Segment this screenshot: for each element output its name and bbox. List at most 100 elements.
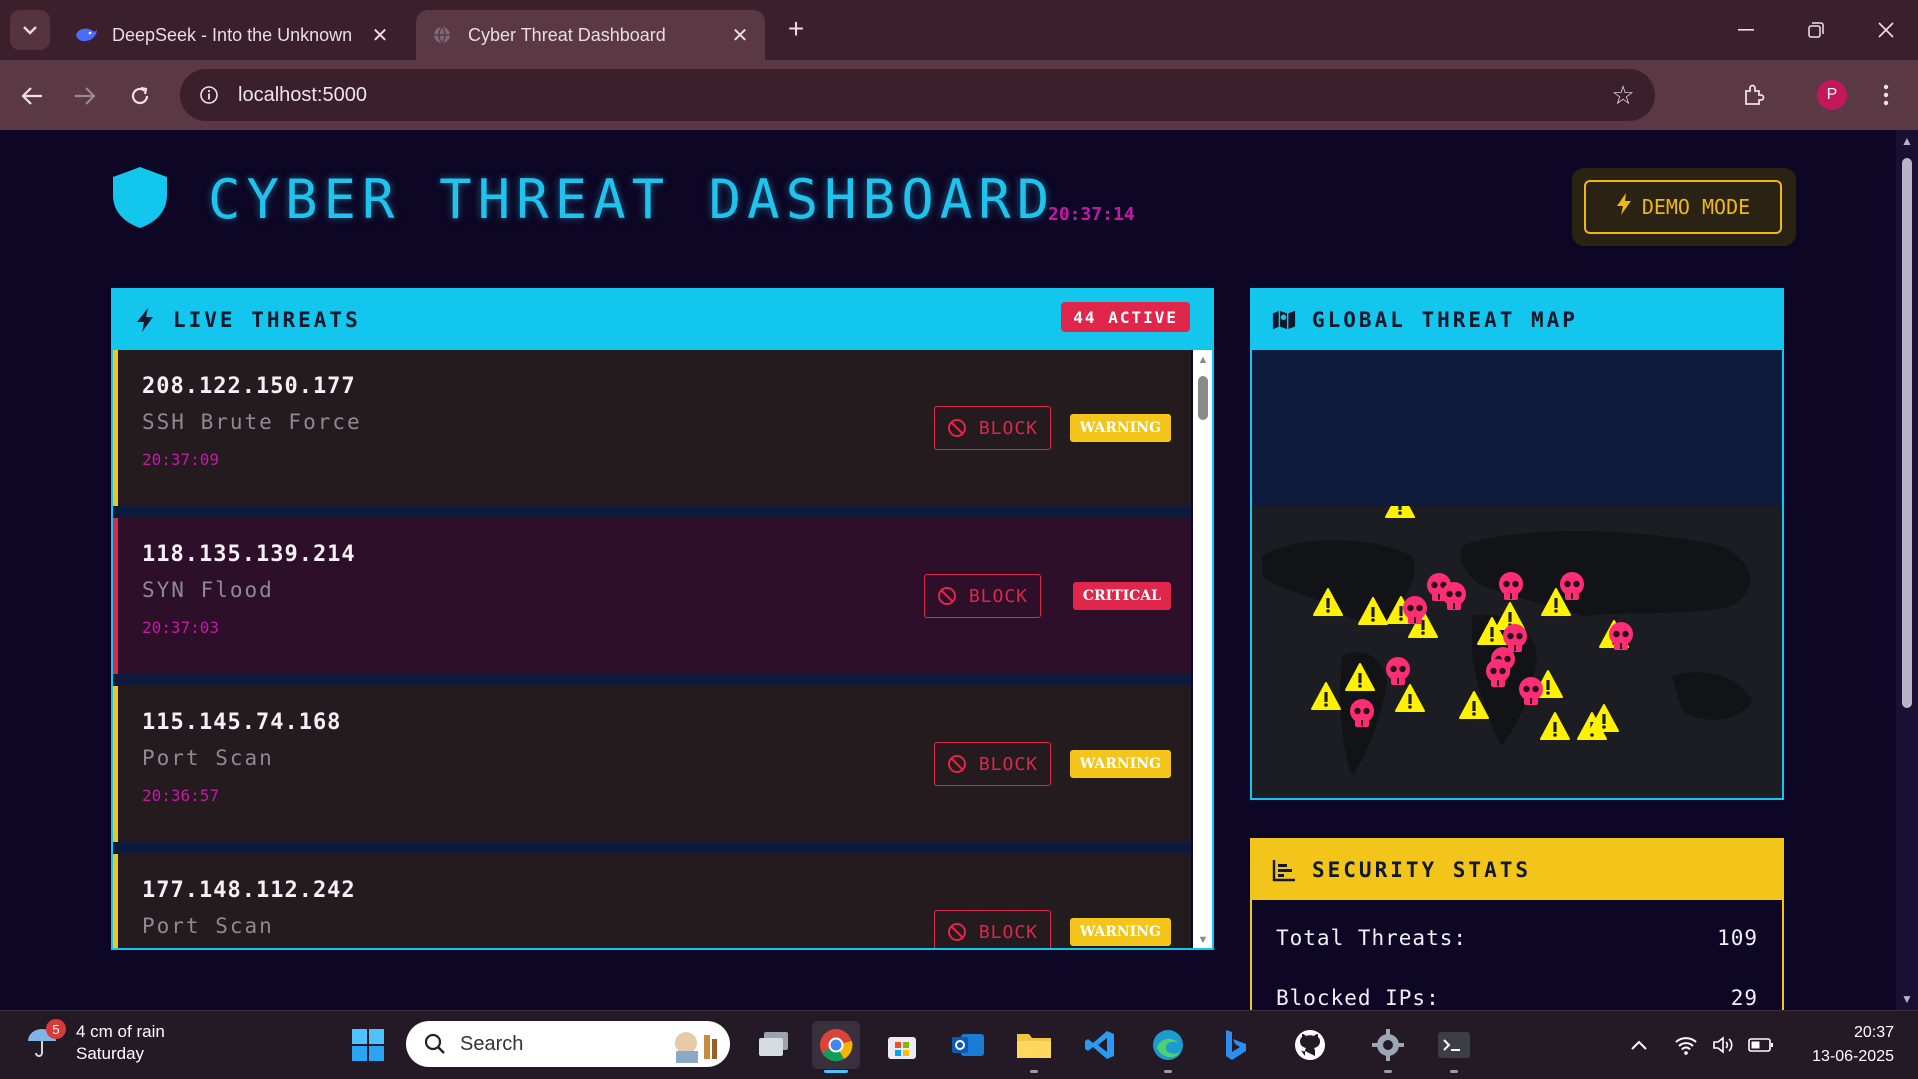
- taskbar-microsoft-store[interactable]: [878, 1021, 926, 1069]
- kebab-menu-icon: [1883, 84, 1889, 106]
- block-button[interactable]: BLOCK: [933, 910, 1051, 948]
- tab-deepseek[interactable]: DeepSeek - Into the Unknown ✕: [60, 10, 405, 60]
- threat-list[interactable]: 208.122.150.177 SSH Brute Force 20:37:09…: [113, 350, 1191, 948]
- threat-type: SYN Flood: [142, 578, 274, 602]
- system-clock[interactable]: 20:37 13-06-2025: [1812, 1021, 1894, 1069]
- scroll-down-icon[interactable]: ▼: [1197, 934, 1209, 946]
- prohibited-icon: [947, 923, 966, 941]
- arrow-left-icon: [21, 87, 42, 105]
- threat-map-header: GLOBAL THREAT MAP: [1252, 290, 1782, 350]
- scroll-up-icon[interactable]: ▲: [1197, 354, 1209, 366]
- threat-row: 115.145.74.168 Port Scan 20:36:57 BLOCK …: [113, 686, 1191, 842]
- row-divider: [113, 842, 1191, 854]
- weather-widget[interactable]: 5 4 cm of rain Saturday: [24, 1019, 165, 1065]
- bookmark-star-icon[interactable]: ☆: [1609, 81, 1637, 109]
- speaker-icon: [1713, 1036, 1733, 1054]
- profile-button[interactable]: P: [1814, 77, 1850, 113]
- search-placeholder: Search: [460, 1032, 524, 1055]
- edge-icon: [1153, 1030, 1183, 1060]
- live-threats-title: LIVE THREATS: [173, 308, 361, 332]
- taskbar-terminal[interactable]: [1430, 1021, 1478, 1073]
- live-threats-header: LIVE THREATS 44 ACTIVE: [113, 290, 1212, 350]
- threat-time: 20:37:03: [142, 618, 220, 637]
- weather-alert-badge: 5: [46, 1019, 66, 1039]
- taskbar-settings[interactable]: [1364, 1021, 1412, 1073]
- taskbar-search[interactable]: Search: [406, 1021, 730, 1067]
- globe-icon: [430, 23, 454, 47]
- back-button[interactable]: [14, 78, 50, 114]
- taskbar-outlook[interactable]: [944, 1021, 992, 1069]
- battery-status[interactable]: [1748, 1031, 1774, 1059]
- threat-type: Port Scan: [142, 914, 274, 938]
- tab-search-dropdown-button[interactable]: [10, 10, 50, 50]
- close-window-button[interactable]: [1856, 8, 1916, 52]
- stat-row-blocked-ips: Blocked IPs: 29: [1276, 986, 1758, 1010]
- volume-control[interactable]: [1712, 1031, 1736, 1059]
- severity-badge: WARNING: [1069, 918, 1171, 946]
- row-divider: [113, 674, 1191, 686]
- demo-mode-label: DEMO MODE: [1641, 195, 1751, 219]
- url-text[interactable]: localhost:5000: [238, 84, 367, 107]
- taskbar-vscode[interactable]: [1076, 1021, 1124, 1069]
- map-icon: [1272, 307, 1296, 333]
- browser-menu-button[interactable]: [1868, 77, 1904, 113]
- close-tab-icon[interactable]: ✕: [725, 23, 755, 48]
- world-map[interactable]: [1252, 350, 1782, 798]
- scroll-up-icon[interactable]: ▲: [1901, 134, 1913, 148]
- browser-toolbar: localhost:5000 ☆ P: [0, 60, 1918, 130]
- weather-summary: 4 cm of rain: [76, 1022, 165, 1041]
- block-button[interactable]: BLOCK: [923, 574, 1041, 618]
- block-button[interactable]: BLOCK: [933, 406, 1051, 450]
- taskbar-edge[interactable]: [1144, 1021, 1192, 1073]
- show-hidden-icons-button[interactable]: [1630, 1031, 1648, 1059]
- stat-row-total-threats: Total Threats: 109: [1276, 926, 1758, 950]
- minimize-icon: [1738, 29, 1754, 31]
- page-title: CYBER THREAT DASHBOARD: [208, 168, 1056, 231]
- taskbar-chrome[interactable]: [812, 1021, 860, 1073]
- minimize-window-button[interactable]: [1716, 8, 1776, 52]
- world-map-graphic: [1262, 490, 1752, 776]
- address-bar[interactable]: localhost:5000 ☆: [180, 69, 1655, 121]
- network-status[interactable]: [1674, 1031, 1698, 1059]
- site-info-icon[interactable]: [194, 80, 224, 110]
- taskbar-file-explorer[interactable]: [1010, 1021, 1058, 1073]
- page-scrollbar[interactable]: ▲ ▼: [1896, 130, 1918, 1010]
- threat-map-title: GLOBAL THREAT MAP: [1312, 308, 1578, 332]
- running-indicator: [1384, 1070, 1392, 1073]
- taskbar-bing[interactable]: [1212, 1021, 1260, 1069]
- taskbar-github[interactable]: [1286, 1021, 1334, 1069]
- chevron-up-icon: [1631, 1040, 1647, 1050]
- scrollbar-thumb[interactable]: [1198, 376, 1208, 420]
- terminal-icon: [1438, 1032, 1470, 1058]
- scroll-down-icon[interactable]: ▼: [1901, 992, 1913, 1006]
- severity-badge: WARNING: [1069, 750, 1171, 778]
- restore-window-button[interactable]: [1786, 8, 1846, 52]
- scrollbar-thumb[interactable]: [1902, 158, 1912, 708]
- extensions-button[interactable]: [1736, 77, 1772, 113]
- lightning-bolt-icon: [1616, 192, 1632, 222]
- reload-button[interactable]: [122, 78, 158, 114]
- tab-cyber-threat-dashboard[interactable]: Cyber Threat Dashboard ✕: [416, 10, 765, 60]
- demo-mode-button[interactable]: DEMO MODE: [1584, 180, 1782, 234]
- row-divider: [113, 506, 1191, 518]
- map-ocean-area: [1252, 350, 1782, 506]
- forward-button[interactable]: [67, 78, 103, 114]
- prohibited-icon: [937, 587, 956, 605]
- threat-row: 118.135.139.214 SYN Flood 20:37:03 BLOCK…: [113, 518, 1191, 674]
- close-tab-icon[interactable]: ✕: [365, 23, 395, 48]
- avatar: P: [1817, 80, 1847, 110]
- threat-type: Port Scan: [142, 746, 274, 770]
- restore-icon: [1808, 22, 1824, 38]
- folder-icon: [1017, 1034, 1051, 1058]
- threat-time: 20:37:09: [142, 450, 220, 469]
- windows-logo-icon: [352, 1029, 384, 1061]
- block-label: BLOCK: [968, 585, 1028, 607]
- new-tab-button[interactable]: +: [780, 14, 812, 46]
- threat-list-scrollbar[interactable]: ▲ ▼: [1193, 350, 1212, 948]
- start-button[interactable]: [344, 1021, 392, 1069]
- map-land-area: [1252, 490, 1782, 798]
- taskbar-task-view[interactable]: [750, 1021, 798, 1069]
- gear-icon: [1372, 1029, 1404, 1061]
- security-stats-header: SECURITY STATS: [1252, 840, 1782, 900]
- block-button[interactable]: BLOCK: [933, 742, 1051, 786]
